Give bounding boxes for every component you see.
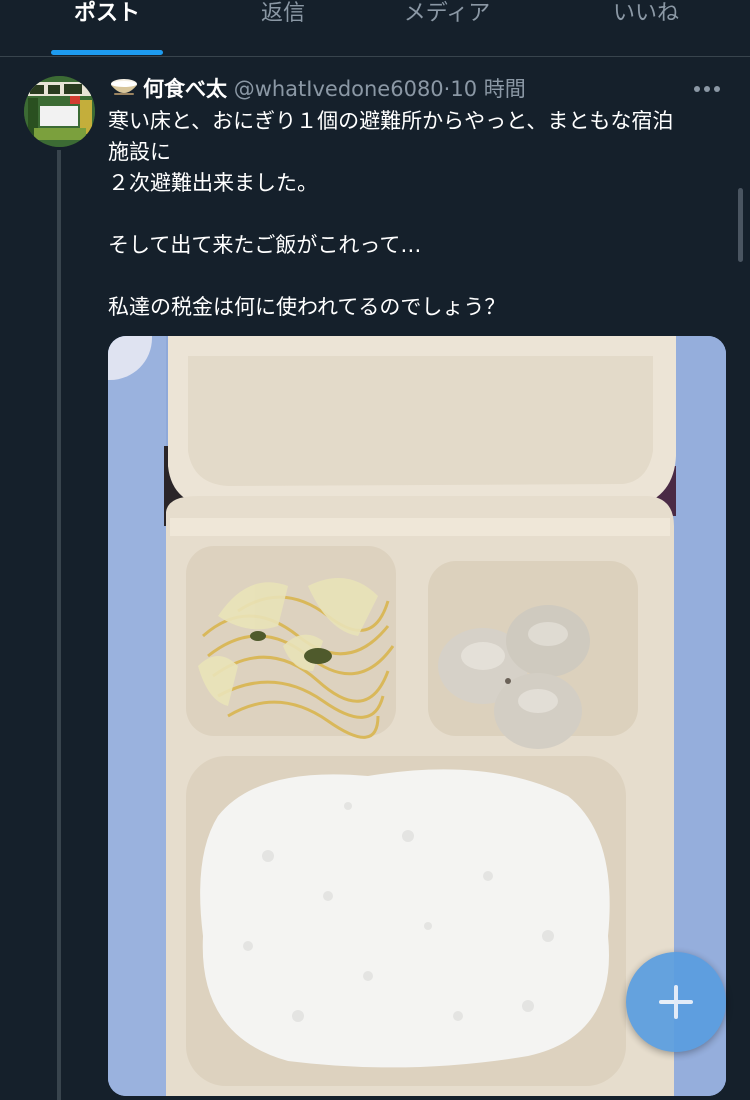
thread-line	[57, 150, 61, 1100]
tweet-line: 私達の税金は何に使われてるのでしょう？	[108, 295, 506, 319]
avatar[interactable]	[24, 76, 95, 147]
tab-replies[interactable]: 返信	[238, 0, 328, 34]
tweet-line: 寒い床と、おにぎり１個の避難所からやっと、まともな宿泊	[108, 109, 674, 133]
scrollbar[interactable]	[738, 188, 743, 262]
more-horizontal-icon[interactable]	[690, 76, 724, 102]
tab-likes[interactable]: いいね	[598, 0, 694, 34]
rice-bowl-icon	[109, 75, 139, 105]
tweet-timestamp[interactable]: 10 時間	[450, 77, 525, 101]
tweet-header: 何食べ太 @whatIvedone6080·10 時間	[109, 74, 526, 104]
user-handle[interactable]: @whatIvedone6080	[234, 77, 444, 101]
tweet-line-gap	[108, 199, 728, 230]
tweet-line-gap	[108, 261, 728, 292]
active-tab-indicator	[51, 50, 163, 55]
display-name[interactable]: 何食べ太	[143, 77, 227, 101]
tweet-line: そして出て来たご飯がこれって…	[108, 233, 422, 257]
tab-media[interactable]: メディア	[388, 0, 506, 34]
tweet-line: ２次避難出来ました。	[108, 171, 318, 195]
tweet-line: 施設に	[108, 140, 171, 164]
tweet-body: 寒い床と、おにぎり１個の避難所からやっと、まともな宿泊 施設に ２次避難出来まし…	[108, 106, 728, 323]
compose-button[interactable]	[626, 952, 726, 1052]
profile-tabs: ポスト 返信 メディア いいね	[0, 0, 750, 57]
tab-posts[interactable]: ポスト	[51, 0, 163, 34]
